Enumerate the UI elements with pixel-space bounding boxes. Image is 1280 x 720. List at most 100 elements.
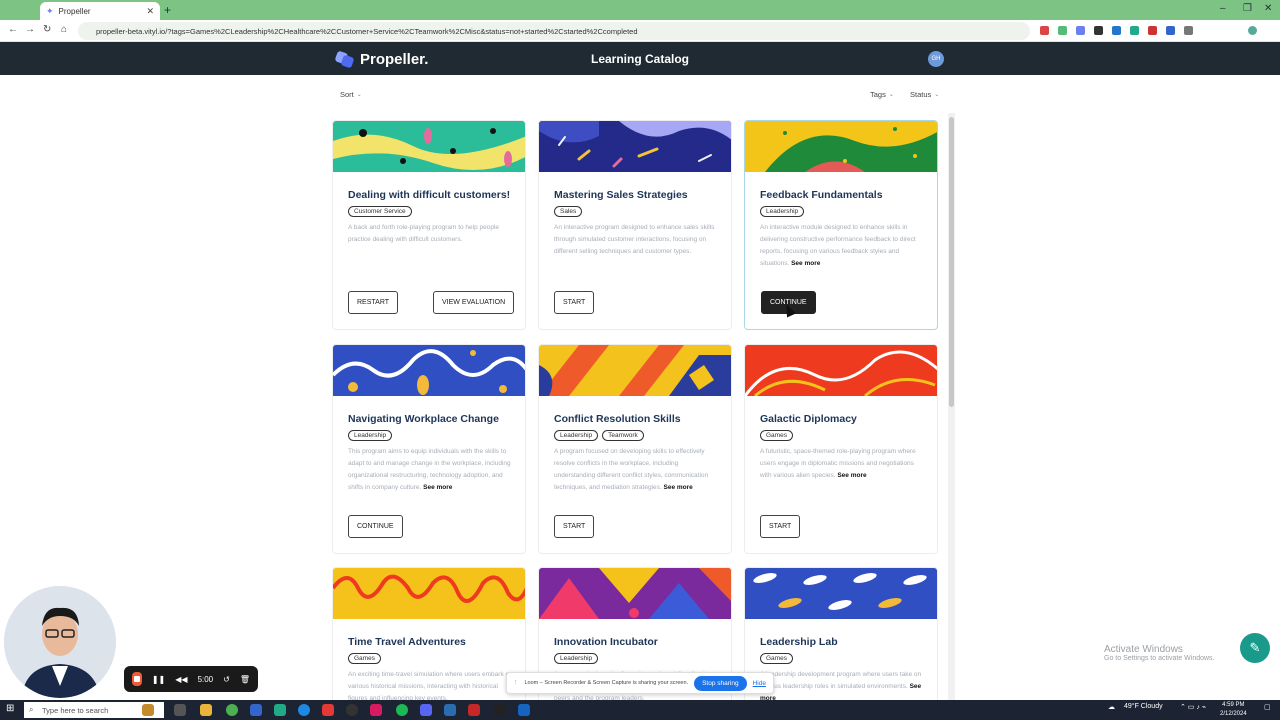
profile-icon[interactable]: [1248, 26, 1257, 35]
pause-icon[interactable]: ❚❚: [152, 675, 165, 684]
weather-text[interactable]: 49°F Cloudy: [1124, 703, 1163, 710]
hide-link[interactable]: Hide: [753, 680, 766, 687]
system-tray-icons[interactable]: ⌃ ▭ ♪ ⌁: [1180, 703, 1206, 711]
epic-games-icon[interactable]: [494, 704, 506, 716]
status-dropdown[interactable]: Status ⌄: [910, 90, 939, 99]
search-placeholder: Type here to search: [42, 705, 109, 715]
card-banner: [539, 345, 731, 396]
trash-icon[interactable]: 🗑: [240, 675, 250, 684]
start-button[interactable]: START: [554, 515, 595, 538]
course-card[interactable]: Dealing with difficult customers! Custom…: [332, 120, 526, 330]
course-card[interactable]: Time Travel Adventures Games An exciting…: [332, 567, 526, 717]
taskbar-clock[interactable]: 4:59 PM 2/12/2024: [1220, 701, 1247, 719]
card-title: Mastering Sales Strategies: [554, 189, 688, 201]
reload-icon[interactable]: ↻: [43, 24, 51, 35]
tag-chip: Games: [760, 653, 793, 664]
card-title: Galactic Diplomacy: [760, 413, 857, 425]
see-more-link[interactable]: See more: [664, 484, 693, 491]
recording-controls: ❚❚ ◀◀ 5:00 ↺ 🗑: [124, 666, 258, 692]
scrollbar-thumb[interactable]: [949, 117, 954, 407]
course-card[interactable]: Feedback Fundamentals Leadership An inte…: [744, 120, 938, 330]
close-window-icon[interactable]: ✕: [1264, 3, 1272, 14]
see-more-link[interactable]: See more: [791, 260, 820, 267]
windows-taskbar: ⊞ ⌕ Type here to search ☁ 49°F Cloudy ⌃ …: [0, 700, 1280, 720]
extension-icon[interactable]: [1148, 26, 1157, 35]
sort-dropdown[interactable]: Sort ⌄: [340, 90, 362, 99]
url-bar[interactable]: propeller-beta.vityl.io/?tags=Games%2CLe…: [78, 22, 1030, 40]
stop-recording-icon[interactable]: [132, 672, 142, 686]
github-icon[interactable]: [346, 704, 358, 716]
webcam-bubble[interactable]: [4, 586, 116, 698]
extension-icon[interactable]: [1040, 26, 1049, 35]
start-button[interactable]: START: [760, 515, 801, 538]
tags-dropdown[interactable]: Tags ⌄: [870, 90, 894, 99]
extension-icon[interactable]: [1076, 26, 1085, 35]
extension-icon[interactable]: [1130, 26, 1139, 35]
card-description: An interactive program designed to enhan…: [554, 222, 720, 258]
discord-icon[interactable]: [420, 704, 432, 716]
restart-button[interactable]: RESTART: [348, 291, 399, 314]
course-card[interactable]: Mastering Sales Strategies Sales An inte…: [538, 120, 732, 330]
page-title: Learning Catalog: [590, 52, 689, 66]
see-more-link[interactable]: See more: [837, 472, 866, 479]
share-text: Loom – Screen Recorder & Screen Capture …: [524, 680, 689, 686]
restart-icon[interactable]: ↺: [223, 675, 230, 684]
chat-icon[interactable]: ✎: [1240, 633, 1270, 663]
extension-icon[interactable]: [1094, 26, 1103, 35]
extension-icon[interactable]: [1058, 26, 1067, 35]
card-banner: [539, 568, 731, 619]
app-icon[interactable]: [274, 704, 286, 716]
notification-icon[interactable]: ▢: [1264, 703, 1271, 711]
forward-icon[interactable]: →: [25, 24, 35, 35]
back-icon[interactable]: ←: [8, 24, 18, 35]
tag-chip: Customer Service: [348, 206, 412, 217]
chevron-down-icon: ⌄: [934, 92, 940, 98]
propeller-favicon-icon: ✦: [46, 5, 54, 16]
rewind-icon[interactable]: ◀◀: [175, 675, 187, 684]
card-description: A program focused on developing skills t…: [554, 446, 720, 494]
maximize-icon[interactable]: ❐: [1243, 3, 1252, 14]
view-evaluation-button[interactable]: VIEW EVALUATION: [433, 291, 515, 314]
course-card[interactable]: Leadership Lab Games A leadership develo…: [744, 567, 938, 717]
extension-icon[interactable]: [1166, 26, 1175, 35]
new-tab-icon[interactable]: +: [164, 3, 171, 17]
app-header: Propeller. Learning Catalog GH: [0, 42, 1280, 75]
powerpoint-icon[interactable]: [468, 704, 480, 716]
course-card[interactable]: Conflict Resolution Skills Leadership Te…: [538, 344, 732, 554]
page-scrollbar[interactable]: [948, 113, 955, 703]
app-icon[interactable]: [518, 704, 530, 716]
continue-button[interactable]: CONTINUE: [348, 515, 403, 538]
close-tab-icon[interactable]: ✕: [146, 6, 154, 17]
see-more-link[interactable]: See more: [423, 484, 452, 491]
tag-chip: Leadership: [554, 430, 599, 441]
clock-time: 4:59 PM: [1222, 702, 1245, 708]
browser-tab[interactable]: ✦ Propeller ✕: [40, 2, 160, 20]
chrome-icon[interactable]: [226, 704, 238, 716]
avatar[interactable]: GH: [928, 51, 944, 67]
app-icon[interactable]: [250, 704, 262, 716]
briefcase-icon[interactable]: [142, 704, 154, 716]
course-card[interactable]: Navigating Workplace Change Leadership T…: [332, 344, 526, 554]
drag-handle-icon[interactable]: ⋮: [513, 680, 519, 686]
file-explorer-icon[interactable]: [200, 704, 212, 716]
task-view-icon[interactable]: [174, 704, 186, 716]
activate-windows-watermark: Activate Windows Go to Settings to activ…: [1104, 644, 1215, 662]
minimize-icon[interactable]: –: [1220, 3, 1226, 14]
steam-icon[interactable]: [444, 704, 456, 716]
course-card[interactable]: Galactic Diplomacy Games A futuristic, s…: [744, 344, 938, 554]
edge-icon[interactable]: [298, 704, 310, 716]
tag-chip: Leadership: [554, 653, 599, 664]
stop-sharing-button[interactable]: Stop sharing: [694, 675, 747, 691]
start-button[interactable]: START: [554, 291, 595, 314]
home-icon[interactable]: ⌂: [61, 24, 67, 35]
windows-start-icon[interactable]: ⊞: [6, 703, 14, 714]
app-icon[interactable]: [370, 704, 382, 716]
course-card[interactable]: Innovation Incubator Leadership A progra…: [538, 567, 732, 717]
card-description: A back and forth role-playing program to…: [348, 222, 514, 246]
spotify-icon[interactable]: [396, 704, 408, 716]
extension-icon[interactable]: [1112, 26, 1121, 35]
app-icon[interactable]: [322, 704, 334, 716]
card-banner: [745, 121, 937, 172]
puzzle-icon[interactable]: [1184, 26, 1193, 35]
card-title: Leadership Lab: [760, 636, 838, 648]
